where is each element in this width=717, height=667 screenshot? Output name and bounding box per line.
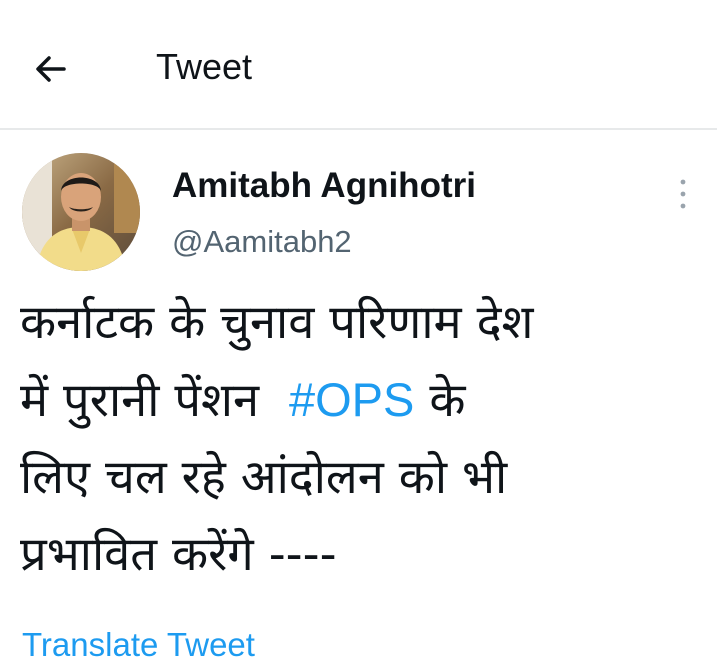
author-handle[interactable]: @Aamitabh2 xyxy=(172,222,352,262)
tweet-text-line: प्रभावित करेंगे ---- xyxy=(20,527,337,582)
tweet-text-line: कर्नाटक के चुनाव परिणाम देश xyxy=(20,295,534,350)
hashtag-link[interactable]: #OPS xyxy=(289,373,414,426)
translate-tweet-link[interactable]: Translate Tweet xyxy=(22,624,255,666)
more-options-button[interactable] xyxy=(668,174,698,214)
tweet-text-line: लिए चल रहे आंदोलन को भी xyxy=(20,450,508,505)
header-divider xyxy=(0,128,717,130)
arrow-left-icon xyxy=(36,56,66,82)
tweet-text-line: में पुरानी पेंशन #OPS के xyxy=(20,361,710,439)
page-title: Tweet xyxy=(156,46,253,87)
tweet-text-segment: के xyxy=(429,373,466,428)
author-avatar[interactable] xyxy=(22,153,140,271)
top-app-bar: Tweet xyxy=(0,0,717,128)
back-button[interactable] xyxy=(28,46,74,92)
author-display-name[interactable]: Amitabh Agnihotri xyxy=(172,164,476,208)
more-vertical-icon xyxy=(680,179,686,209)
tweet-text: कर्नाटक के चुनाव परिणाम देश में पुरानी प… xyxy=(20,284,710,593)
tweet-text-segment: में पुरानी पेंशन xyxy=(20,373,260,428)
profile-photo xyxy=(22,153,140,271)
